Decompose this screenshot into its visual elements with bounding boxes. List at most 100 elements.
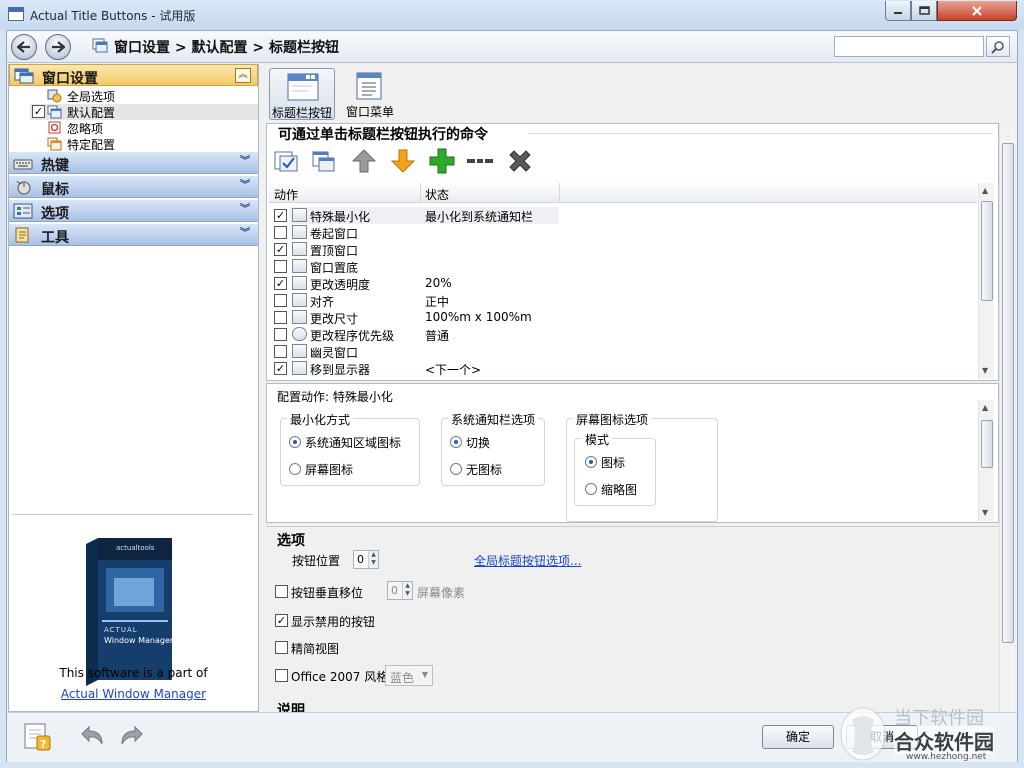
- option-label: 图标: [601, 456, 626, 470]
- help-button[interactable]: ?: [22, 722, 52, 752]
- table-row[interactable]: 更改尺寸 100%m x 100%m: [269, 309, 977, 326]
- check-all-icon[interactable]: [272, 147, 300, 175]
- section-hotkeys[interactable]: 热键 ︾: [9, 152, 258, 174]
- separator-icon[interactable]: [466, 147, 494, 175]
- row-checkbox[interactable]: [274, 345, 287, 358]
- delete-icon[interactable]: [506, 147, 534, 175]
- column-header-action[interactable]: 动作: [274, 186, 298, 203]
- roll-up-icon: [292, 225, 307, 239]
- row-checkbox[interactable]: [274, 226, 287, 239]
- default-config-checkbox[interactable]: ✓: [32, 105, 45, 118]
- mouse-icon: [16, 180, 31, 195]
- radio-screen-icon[interactable]: [289, 463, 301, 475]
- table-row[interactable]: 卷起窗口: [269, 224, 977, 241]
- duplicate-icon[interactable]: [310, 147, 338, 175]
- move-up-icon[interactable]: [350, 147, 378, 175]
- row-checkbox[interactable]: [274, 328, 287, 341]
- scroll-thumb[interactable]: [981, 201, 993, 301]
- office-style-checkbox[interactable]: [275, 669, 288, 682]
- radio-toggle[interactable]: [450, 436, 462, 448]
- redo-icon: [121, 725, 143, 745]
- radio-tray-icon[interactable]: [289, 436, 301, 448]
- move-down-icon[interactable]: [389, 147, 417, 175]
- tree-item-specific-config[interactable]: 特定配置: [47, 136, 247, 152]
- radio-no-icon[interactable]: [450, 463, 462, 475]
- row-checkbox[interactable]: ✓: [274, 277, 287, 290]
- resize-icon: [292, 310, 307, 324]
- column-header-state[interactable]: 状态: [425, 186, 449, 203]
- table-row[interactable]: 幽灵窗口: [269, 343, 977, 360]
- row-name: 更改程序优先级: [310, 329, 395, 343]
- row-checkbox[interactable]: [274, 260, 287, 273]
- tree-item-global-options[interactable]: 全局选项: [47, 88, 247, 104]
- scroll-up-icon[interactable]: ▲: [982, 403, 988, 412]
- section-tools[interactable]: 工具 ︾: [9, 224, 258, 246]
- forward-button[interactable]: [45, 34, 71, 60]
- grid-scrollbar[interactable]: ▲ ▼: [978, 183, 994, 379]
- row-checkbox[interactable]: [274, 294, 287, 307]
- stepper-arrows-icon[interactable]: ▲ ▼: [402, 582, 412, 599]
- row-checkbox[interactable]: [274, 311, 287, 324]
- product-line1: ACTUAL: [104, 626, 138, 634]
- ok-button[interactable]: 确定: [762, 725, 834, 749]
- move-to-monitor-icon: [292, 361, 307, 375]
- redo-button[interactable]: [118, 724, 146, 748]
- scroll-up-icon[interactable]: ▲: [982, 186, 988, 195]
- office-style-select[interactable]: 蓝色 ▼: [385, 665, 433, 686]
- row-checkbox[interactable]: ✓: [274, 362, 287, 375]
- stepper-arrows-icon[interactable]: ▲ ▼: [368, 551, 378, 568]
- compact-view-checkbox[interactable]: [275, 641, 288, 654]
- chevron-up-icon[interactable]: ︽: [235, 68, 251, 83]
- table-row[interactable]: ✓ 特殊最小化 最小化到系统通知栏: [269, 207, 977, 224]
- arrow-left-icon: [17, 41, 30, 53]
- section-mouse[interactable]: 鼠标 ︾: [9, 176, 258, 198]
- description-title: 说明: [277, 703, 305, 712]
- global-title-buttons-link[interactable]: 全局标题按钮选项...: [474, 552, 581, 569]
- tab-window-menu[interactable]: 窗口菜单: [337, 68, 403, 120]
- table-row[interactable]: 窗口置底: [269, 258, 977, 275]
- chevron-down-icon: ︾: [240, 180, 250, 191]
- product-link[interactable]: Actual Window Manager: [9, 687, 258, 701]
- stepper-value: 0: [357, 553, 364, 566]
- button-position-stepper[interactable]: 0 ▲ ▼: [353, 550, 379, 569]
- undo-button[interactable]: [78, 724, 106, 748]
- radio-thumbnail-mode[interactable]: [585, 483, 597, 495]
- table-row[interactable]: 更改程序优先级 普通: [269, 326, 977, 343]
- row-name: 特殊最小化: [310, 210, 371, 224]
- tree-item-ignore-list[interactable]: 忽略项: [47, 120, 247, 136]
- row-checkbox[interactable]: ✓: [274, 209, 287, 222]
- search-input[interactable]: [834, 36, 984, 57]
- tree-item-default-config[interactable]: ✓ 默认配置: [30, 104, 258, 120]
- stepper-value: 0: [391, 584, 398, 597]
- scroll-thumb[interactable]: [981, 420, 993, 468]
- tab-title-buttons[interactable]: 标题栏按钮: [269, 68, 335, 120]
- breadcrumb[interactable]: 窗口设置 > 默认配置 > 标题栏按钮: [114, 37, 339, 57]
- table-row[interactable]: ✓ 置顶窗口: [269, 241, 977, 258]
- add-icon[interactable]: [428, 147, 456, 175]
- section-window-settings[interactable]: 窗口设置 ︽: [9, 64, 258, 87]
- radio-icon-mode[interactable]: [585, 456, 597, 468]
- right-scrollbar[interactable]: [999, 123, 1015, 712]
- scroll-down-icon[interactable]: ▼: [982, 366, 988, 375]
- section-options[interactable]: 选项 ︾: [9, 200, 258, 222]
- scroll-down-icon[interactable]: ▼: [982, 508, 988, 517]
- row-checkbox[interactable]: ✓: [274, 243, 287, 256]
- table-row[interactable]: ✓ 移到显示器 <下一个>: [269, 360, 977, 377]
- minimize-button[interactable]: [885, 1, 911, 21]
- chevron-down-icon: ︾: [240, 228, 250, 239]
- back-button[interactable]: [11, 34, 37, 60]
- show-disabled-checkbox[interactable]: ✓: [275, 614, 288, 627]
- table-row[interactable]: ✓ 更改透明度 20%: [269, 275, 977, 292]
- close-button[interactable]: [937, 1, 1017, 21]
- scroll-thumb[interactable]: [1002, 143, 1014, 643]
- vertical-shift-stepper[interactable]: 0 ▲ ▼: [387, 581, 413, 600]
- table-row[interactable]: 对齐 正中: [269, 292, 977, 309]
- title-bar[interactable]: Actual Title Buttons - 试用版: [0, 0, 1024, 30]
- config-scrollbar[interactable]: ▲ ▼: [978, 400, 994, 521]
- group-title: 最小化方式: [287, 411, 354, 428]
- title-rule: [528, 133, 993, 134]
- maximize-button[interactable]: [911, 1, 937, 21]
- section-label: 选项: [41, 206, 69, 222]
- vertical-shift-checkbox[interactable]: [275, 585, 288, 598]
- search-button[interactable]: [986, 36, 1010, 57]
